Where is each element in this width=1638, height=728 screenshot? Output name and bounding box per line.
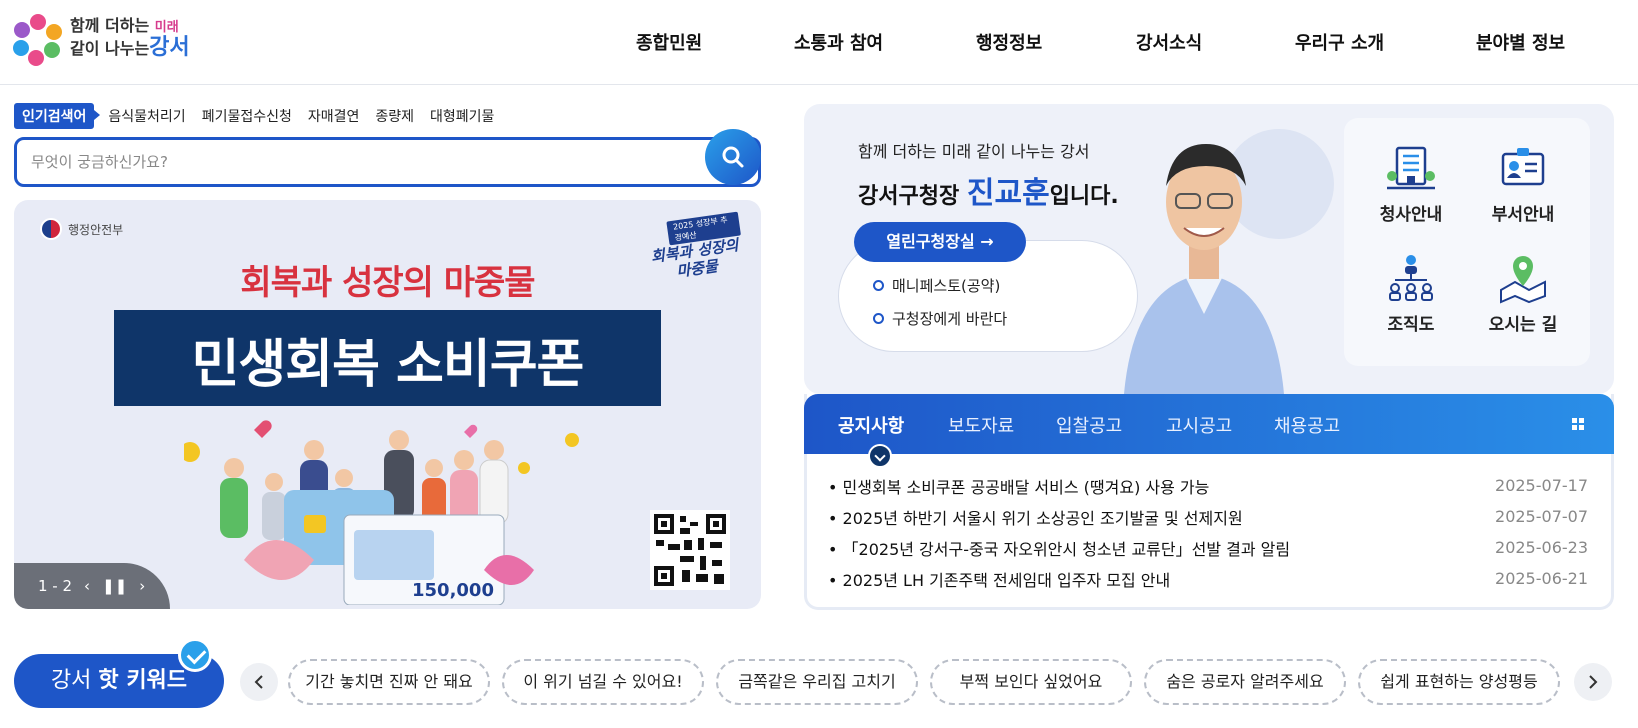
popular-keyword[interactable]: 자매결연 bbox=[308, 106, 360, 126]
building-icon bbox=[1387, 146, 1435, 190]
mayor-name: 진교훈 bbox=[966, 176, 1050, 211]
check-badge-icon bbox=[178, 638, 212, 672]
notice-tabs: 공지사항 보도자료 입찰공고 고시공고 채용공고 bbox=[804, 394, 1614, 468]
nav-item-about[interactable]: 우리구 소개 bbox=[1295, 29, 1384, 55]
list-item[interactable]: 2025년 LH 기존주택 전세임대 입주자 모집 안내 2025-06-21 bbox=[828, 563, 1588, 594]
popular-keywords: 인기검색어 음식물처리기 폐기물접수신청 자매결연 종량제 대형폐기물 bbox=[14, 103, 510, 129]
banner-subtitle: 회복과 성장의 마중물 bbox=[240, 263, 535, 303]
keyword-chip[interactable]: 기간 놓치면 진짜 안 돼요 bbox=[288, 659, 490, 705]
popular-label: 인기검색어 bbox=[14, 103, 101, 129]
list-item[interactable]: 「2025년 강서구-중국 자오위안시 청소년 교류단」선발 결과 알림 202… bbox=[828, 532, 1588, 563]
quick-directions[interactable]: 오시는 길 bbox=[1468, 246, 1578, 346]
mayor-slogan: 함께 더하는 미래 같이 나누는 강서 bbox=[858, 142, 1090, 161]
notice-date: 2025-07-17 bbox=[1495, 476, 1588, 495]
list-item[interactable]: 민생회복 소비쿠폰 공공배달 서비스 (땡겨요) 사용 가능 2025-07-1… bbox=[828, 470, 1588, 501]
quick-menu: 청사안내 부서안내 조직도 오시는 길 bbox=[1344, 118, 1590, 366]
keyword-chip[interactable]: 금쪽같은 우리집 고치기 bbox=[716, 659, 918, 705]
nav-item-admin-info[interactable]: 행정정보 bbox=[976, 29, 1042, 55]
notice-list: 민생회복 소비쿠폰 공공배달 서비스 (땡겨요) 사용 가능 2025-07-1… bbox=[828, 470, 1588, 594]
quick-building-guide[interactable]: 청사안내 bbox=[1356, 136, 1466, 236]
banner-pager: 1 - 2 ‹ ❚❚ › bbox=[14, 563, 170, 609]
mayor-office-button[interactable]: 열린구청장실 → bbox=[854, 222, 1026, 262]
notice-title: 민생회복 소비쿠폰 공공배달 서비스 (땡겨요) 사용 가능 bbox=[828, 474, 1210, 498]
next-slide-icon[interactable]: › bbox=[139, 577, 145, 595]
chevron-right-icon bbox=[1589, 675, 1598, 689]
site-header: 함께 더하는 미래 같이 나누는강서 종합민원 소통과 참여 행정정보 강서소식… bbox=[0, 0, 1638, 85]
notice-date: 2025-06-21 bbox=[1495, 569, 1588, 588]
tab-notices[interactable]: 공지사항 bbox=[838, 412, 904, 438]
search-box bbox=[14, 137, 761, 187]
notice-date: 2025-06-23 bbox=[1495, 538, 1588, 557]
keywords-prev-button[interactable] bbox=[240, 663, 278, 701]
quick-label: 청사안내 bbox=[1379, 205, 1443, 225]
mayor-panel: 함께 더하는 미래 같이 나누는 강서 강서구청장 진교훈입니다. 열린구청장실… bbox=[804, 104, 1614, 394]
keyword-chip[interactable]: 쉽게 표현하는 양성평등 bbox=[1358, 659, 1560, 705]
nav-item-news[interactable]: 강서소식 bbox=[1136, 29, 1202, 55]
people-celebration-illustration: 150,000 bbox=[184, 420, 579, 605]
quick-label: 부서안내 bbox=[1491, 205, 1555, 225]
list-item[interactable]: 2025년 하반기 서울시 위기 소상공인 조기발굴 및 선제지원 2025-0… bbox=[828, 501, 1588, 532]
chevron-left-icon bbox=[254, 675, 263, 689]
keyword-chip[interactable]: 이 위기 넘길 수 있어요! bbox=[502, 659, 704, 705]
popular-keyword[interactable]: 폐기물접수신청 bbox=[202, 106, 292, 126]
active-tab-marker-icon bbox=[868, 444, 892, 468]
notice-title: 「2025년 강서구-중국 자오위안시 청소년 교류단」선발 결과 알림 bbox=[828, 536, 1291, 560]
quick-label: 오시는 길 bbox=[1488, 315, 1558, 335]
tab-bids[interactable]: 입찰공고 bbox=[1056, 412, 1122, 438]
prev-slide-icon[interactable]: ‹ bbox=[84, 577, 90, 595]
map-pin-icon bbox=[1500, 256, 1546, 304]
notice-title: 2025년 LH 기존주택 전세임대 입주자 모집 안내 bbox=[828, 567, 1171, 591]
search-button[interactable] bbox=[705, 129, 761, 185]
request-to-mayor-link[interactable]: 구청장에게 바란다 bbox=[873, 308, 1137, 329]
nav-item-by-field[interactable]: 분야별 정보 bbox=[1476, 29, 1565, 55]
notice-date: 2025-07-07 bbox=[1495, 507, 1588, 526]
nav-item-communication[interactable]: 소통과 참여 bbox=[794, 29, 883, 55]
taegeuk-icon bbox=[40, 218, 62, 240]
popular-keyword[interactable]: 대형폐기물 bbox=[430, 106, 494, 126]
banner-title: 민생회복 소비쿠폰 bbox=[191, 335, 585, 395]
qr-code-icon bbox=[650, 510, 730, 590]
nav-item-civil[interactable]: 종합민원 bbox=[636, 29, 702, 55]
logo-text: 함께 더하는 미래 같이 나누는강서 bbox=[70, 16, 190, 60]
tab-announcements[interactable]: 고시공고 bbox=[1166, 412, 1232, 438]
pager-count: 1 - 2 bbox=[38, 577, 73, 595]
coupon-amount: 150,000 bbox=[412, 580, 494, 601]
tab-recruitment[interactable]: 채용공고 bbox=[1274, 412, 1340, 438]
gov-logo: 행정안전부 bbox=[40, 218, 123, 240]
popular-keyword[interactable]: 음식물처리기 bbox=[108, 106, 185, 126]
pause-icon[interactable]: ❚❚ bbox=[102, 577, 127, 595]
tab-press[interactable]: 보도자료 bbox=[948, 412, 1014, 438]
org-chart-icon bbox=[1389, 255, 1433, 301]
site-logo[interactable]: 함께 더하는 미래 같이 나누는강서 bbox=[12, 12, 202, 72]
more-grid-icon[interactable] bbox=[1572, 418, 1584, 430]
search-icon bbox=[722, 146, 744, 168]
main-banner[interactable]: 행정안전부 2025 성장부 추경예산 회복과 성장의 마중물 회복과 성장의 … bbox=[14, 200, 761, 609]
banner-title-box: 민생회복 소비쿠폰 bbox=[114, 310, 661, 406]
flower-logo-icon bbox=[13, 14, 62, 66]
gov-org-name: 행정안전부 bbox=[68, 222, 124, 237]
quick-department-guide[interactable]: 부서안내 bbox=[1468, 136, 1578, 236]
quick-label: 조직도 bbox=[1387, 315, 1435, 335]
id-card-icon bbox=[1501, 148, 1545, 186]
manifesto-link[interactable]: 매니페스토(공약) bbox=[873, 275, 1137, 296]
keywords-next-button[interactable] bbox=[1574, 663, 1612, 701]
notice-title: 2025년 하반기 서울시 위기 소상공인 조기발굴 및 선제지원 bbox=[828, 505, 1243, 529]
quick-org-chart[interactable]: 조직도 bbox=[1356, 246, 1466, 346]
keyword-chip[interactable]: 숨은 공로자 알려주세요 bbox=[1144, 659, 1346, 705]
popular-keyword[interactable]: 종량제 bbox=[375, 106, 414, 126]
search-input[interactable] bbox=[31, 149, 671, 175]
keyword-chip[interactable]: 부쩍 보인다 싶었어요 bbox=[930, 659, 1132, 705]
